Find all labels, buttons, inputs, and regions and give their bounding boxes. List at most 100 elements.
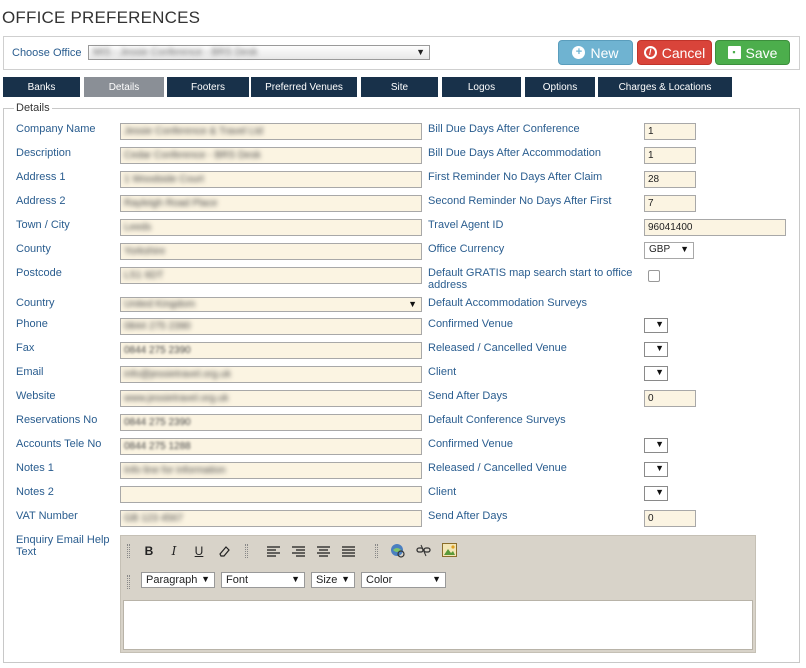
currency-label: Office Currency [428, 243, 505, 255]
second-reminder-value: 7 [648, 198, 654, 209]
font-select-value: Font [226, 574, 249, 586]
travel-agent-value: 96041400 [648, 222, 693, 233]
gratis-checkbox[interactable] [648, 270, 660, 282]
editor-content-area[interactable] [123, 600, 753, 650]
email-input[interactable]: info@jessietravel.org.uk [120, 366, 422, 383]
vat-input[interactable]: GB 123 4567 [120, 510, 422, 527]
size-select[interactable]: Size ▼ [311, 572, 355, 588]
conf-client-label: Client [428, 486, 457, 498]
website-input[interactable]: www.jessietravel.org.uk [120, 390, 422, 407]
office-select[interactable]: MIS - Jessie Conference - BRS Desk ▼ [88, 45, 430, 60]
address1-input[interactable]: 1 Woodside Court [120, 171, 422, 188]
reservations-value: 0844 275 2390 [124, 417, 191, 428]
chevron-down-icon: ▼ [655, 343, 664, 353]
fax-value: 0844 275 2390 [124, 345, 191, 356]
chevron-down-icon: ▼ [655, 487, 664, 497]
bill-due-accom-input[interactable]: 1 [644, 147, 696, 164]
chevron-down-icon: ▼ [655, 463, 664, 473]
town-value: Leeds [124, 222, 152, 233]
county-input[interactable]: Yorkshire [120, 243, 422, 260]
fax-label: Fax [16, 342, 35, 354]
accom-client-label: Client [428, 366, 457, 378]
chevron-down-icon: ▼ [341, 574, 350, 584]
link-icon[interactable] [389, 542, 405, 558]
tab-logos[interactable]: Logos [442, 77, 521, 97]
accom-client-select[interactable]: ▼ [644, 366, 668, 381]
company-name-input[interactable]: Jessie Conference & Travel Ltd [120, 123, 422, 140]
image-icon[interactable] [441, 542, 457, 558]
conf-released-select[interactable]: ▼ [644, 462, 668, 477]
bill-due-conf-input[interactable]: 1 [644, 123, 696, 140]
description-input[interactable]: Cedar Conference - BRS Desk [120, 147, 422, 164]
align-right-icon[interactable] [290, 543, 306, 559]
font-select[interactable]: Font ▼ [221, 572, 305, 588]
conf-client-select[interactable]: ▼ [644, 486, 668, 501]
tab-preferred-venues[interactable]: Preferred Venues [251, 77, 357, 97]
align-center-icon[interactable] [315, 543, 331, 559]
postcode-label: Postcode [16, 267, 62, 279]
accom-confirmed-select[interactable]: ▼ [644, 318, 668, 333]
accom-released-select[interactable]: ▼ [644, 342, 668, 357]
align-justify-icon[interactable] [340, 543, 356, 559]
color-select[interactable]: Color ▼ [361, 572, 446, 588]
conf-surveys-label: Default Conference Surveys [428, 414, 566, 426]
company-name-value: Jessie Conference & Travel Ltd [124, 126, 263, 137]
accom-confirmed-label: Confirmed Venue [428, 318, 513, 330]
tab-details[interactable]: Details [84, 77, 164, 97]
tab-charges-locations[interactable]: Charges & Locations [598, 77, 732, 97]
currency-select[interactable]: GBP ▼ [644, 242, 694, 259]
tab-banks[interactable]: Banks [3, 77, 80, 97]
notes2-input[interactable] [120, 486, 422, 503]
county-label: County [16, 243, 51, 255]
bill-due-accom-label: Bill Due Days After Accommodation [428, 147, 602, 159]
address2-value: Rayleigh Road Place [124, 198, 218, 209]
town-input[interactable]: Leeds [120, 219, 422, 236]
cancel-button[interactable]: / Cancel [637, 40, 712, 65]
save-button[interactable]: ▪ Save [715, 40, 790, 65]
address2-label: Address 2 [16, 195, 66, 207]
conf-confirmed-select[interactable]: ▼ [644, 438, 668, 453]
conf-send-after-input[interactable]: 0 [644, 510, 696, 527]
fax-input[interactable]: 0844 275 2390 [120, 342, 422, 359]
company-name-label: Company Name [16, 123, 96, 135]
second-reminder-input[interactable]: 7 [644, 195, 696, 212]
address1-value: 1 Woodside Court [124, 174, 204, 185]
travel-agent-label: Travel Agent ID [428, 219, 504, 231]
travel-agent-input[interactable]: 96041400 [644, 219, 786, 236]
underline-button[interactable]: U [191, 543, 207, 559]
chevron-down-icon: ▼ [655, 439, 664, 449]
tab-options[interactable]: Options [525, 77, 595, 97]
tab-footers[interactable]: Footers [167, 77, 249, 97]
new-button[interactable]: + New [558, 40, 633, 65]
eraser-icon[interactable] [216, 543, 232, 559]
toolbar-handle [127, 575, 130, 589]
toolbar-handle [127, 544, 130, 558]
first-reminder-input[interactable]: 28 [644, 171, 696, 188]
postcode-input[interactable]: LS1 6DT [120, 267, 422, 284]
unlink-icon[interactable] [415, 542, 431, 558]
align-left-icon[interactable] [265, 543, 281, 559]
save-button-label: Save [745, 44, 778, 61]
accounts-tel-input[interactable]: 0844 275 1288 [120, 438, 422, 455]
vat-value: GB 123 4567 [124, 513, 183, 524]
phone-input[interactable]: 0844 275 2390 [120, 318, 422, 335]
reservations-input[interactable]: 0844 275 2390 [120, 414, 422, 431]
notes1-value: Info line for information [124, 465, 226, 476]
tab-site[interactable]: Site [361, 77, 438, 97]
bold-button[interactable]: B [141, 543, 157, 559]
italic-button[interactable]: I [166, 543, 182, 559]
country-select[interactable]: United Kingdom ▼ [120, 297, 422, 312]
size-select-value: Size [316, 574, 338, 586]
second-reminder-label: Second Reminder No Days After First [428, 195, 612, 207]
town-label: Town / City [16, 219, 70, 231]
conf-confirmed-label: Confirmed Venue [428, 438, 513, 450]
bill-due-conf-label: Bill Due Days After Conference [428, 123, 580, 135]
country-label: Country [16, 297, 55, 309]
notes1-input[interactable]: Info line for information [120, 462, 422, 479]
address2-input[interactable]: Rayleigh Road Place [120, 195, 422, 212]
country-value: United Kingdom [124, 299, 196, 310]
phone-label: Phone [16, 318, 48, 330]
accom-send-after-input[interactable]: 0 [644, 390, 696, 407]
accom-released-label: Released / Cancelled Venue [428, 342, 567, 354]
format-select[interactable]: Paragraph ▼ [141, 572, 215, 588]
